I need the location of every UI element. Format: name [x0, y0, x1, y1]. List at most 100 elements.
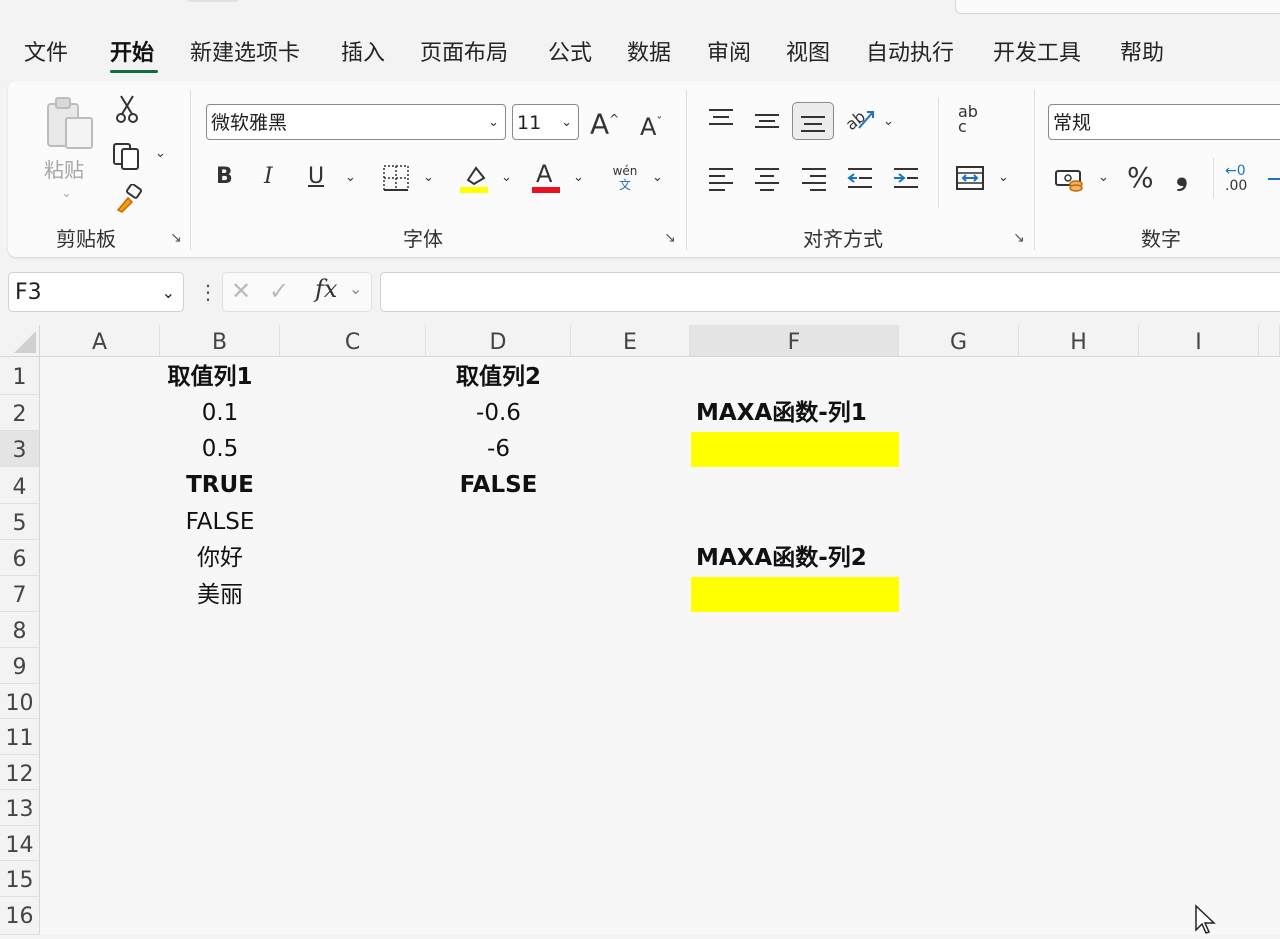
cell-b3[interactable]: 0.5: [160, 431, 280, 467]
cell-f2[interactable]: MAXA函数-列1: [696, 395, 896, 431]
align-bottom-button[interactable]: [792, 102, 834, 140]
cancel-icon[interactable]: ✕: [231, 277, 251, 305]
row-header-14[interactable]: 14: [0, 826, 40, 861]
cell-f7[interactable]: [691, 577, 899, 612]
cell-b7[interactable]: 美丽: [160, 577, 280, 613]
cell-f6[interactable]: MAXA函数-列2: [696, 540, 896, 576]
name-box[interactable]: F3 ⌄: [8, 272, 184, 312]
column-header-f[interactable]: F: [690, 325, 899, 357]
tab-developer[interactable]: 开发工具: [993, 38, 1081, 70]
tab-review[interactable]: 审阅: [707, 38, 751, 70]
cell-b1[interactable]: 取值列1: [160, 359, 260, 395]
tab-insert[interactable]: 插入: [341, 38, 385, 70]
row-header-11[interactable]: 11: [0, 719, 40, 755]
tab-file[interactable]: 文件: [24, 38, 68, 70]
number-format-select[interactable]: 常规: [1048, 104, 1280, 140]
formula-input[interactable]: [380, 272, 1280, 312]
decrease-decimal-icon[interactable]: [1268, 178, 1280, 180]
column-header-c[interactable]: C: [280, 325, 426, 357]
search-box[interactable]: [955, 0, 1280, 14]
decrease-font-size-icon[interactable]: Aˇ: [640, 107, 662, 142]
clipboard-launcher-icon[interactable]: ↘: [170, 230, 182, 246]
font-name-select[interactable]: 微软雅黑 ⌄: [206, 104, 506, 140]
cell-b2[interactable]: 0.1: [160, 395, 280, 431]
format-painter-icon[interactable]: [114, 183, 144, 218]
italic-button[interactable]: I: [264, 162, 273, 192]
tab-page-layout[interactable]: 页面布局: [420, 38, 508, 70]
column-header-b[interactable]: B: [160, 325, 280, 357]
accounting-dropdown-icon[interactable]: ⌄: [1098, 170, 1109, 185]
more-options-icon[interactable]: ⋮: [198, 280, 218, 304]
cell-d3[interactable]: -6: [426, 431, 571, 467]
row-header-6[interactable]: 6: [0, 540, 40, 576]
increase-decimal-icon[interactable]: ←0 .00: [1225, 164, 1247, 194]
font-launcher-icon[interactable]: ↘: [664, 230, 676, 246]
column-header-a[interactable]: A: [40, 325, 160, 357]
align-top-icon[interactable]: [706, 106, 736, 136]
row-header-16[interactable]: 16: [0, 897, 40, 935]
increase-font-size-icon[interactable]: A^: [590, 104, 619, 139]
tab-new-tab[interactable]: 新建选项卡: [190, 38, 300, 70]
cell-b6[interactable]: 你好: [160, 540, 280, 576]
cut-icon[interactable]: [115, 94, 139, 128]
font-size-select[interactable]: 11 ⌄: [512, 104, 579, 140]
row-header-13[interactable]: 13: [0, 790, 40, 826]
cell-b5[interactable]: FALSE: [160, 504, 280, 540]
row-header-8[interactable]: 8: [0, 612, 40, 648]
column-header-g[interactable]: G: [899, 325, 1019, 357]
align-right-icon[interactable]: [799, 165, 829, 195]
row-header-5[interactable]: 5: [0, 504, 40, 540]
column-header-d[interactable]: D: [426, 325, 571, 357]
tab-formulas[interactable]: 公式: [548, 38, 592, 70]
cell-f3[interactable]: [691, 432, 899, 467]
column-header-h[interactable]: H: [1019, 325, 1139, 357]
orientation-icon[interactable]: ab: [842, 104, 877, 138]
copy-dropdown-icon[interactable]: ⌄: [155, 146, 166, 161]
increase-indent-icon[interactable]: [891, 165, 921, 195]
wrap-text-icon[interactable]: ab c: [958, 104, 990, 135]
cell-b4[interactable]: TRUE: [160, 467, 280, 503]
merge-center-icon[interactable]: [955, 164, 985, 196]
paste-label[interactable]: 粘贴: [44, 154, 84, 183]
row-header-15[interactable]: 15: [0, 861, 40, 897]
fill-color-icon[interactable]: [460, 162, 490, 198]
phonetic-dropdown-icon[interactable]: ⌄: [652, 170, 663, 185]
row-header-2[interactable]: 2: [0, 395, 40, 431]
column-header-i[interactable]: I: [1139, 325, 1259, 357]
tab-data[interactable]: 数据: [627, 38, 671, 70]
column-header-e[interactable]: E: [571, 325, 690, 357]
cell-d1[interactable]: 取值列2: [426, 359, 571, 395]
orientation-dropdown-icon[interactable]: ⌄: [883, 114, 894, 129]
insert-function-icon[interactable]: fx: [315, 275, 337, 303]
tab-help[interactable]: 帮助: [1120, 38, 1164, 70]
copy-icon[interactable]: [112, 140, 142, 174]
row-header-1[interactable]: 1: [0, 357, 40, 395]
row-header-7[interactable]: 7: [0, 576, 40, 612]
row-header-9[interactable]: 9: [0, 648, 40, 684]
decrease-indent-icon[interactable]: [845, 165, 875, 195]
accounting-format-icon[interactable]: [1054, 166, 1086, 196]
column-header-next[interactable]: [1259, 325, 1280, 357]
font-color-icon[interactable]: A: [532, 160, 562, 198]
align-left-icon[interactable]: [706, 165, 736, 195]
cell-d2[interactable]: -0.6: [426, 395, 571, 431]
merge-dropdown-icon[interactable]: ⌄: [998, 170, 1009, 185]
tab-view[interactable]: 视图: [786, 38, 830, 70]
tab-home[interactable]: 开始: [110, 38, 154, 70]
underline-button[interactable]: U: [308, 162, 324, 192]
align-center-icon[interactable]: [752, 165, 782, 195]
borders-icon[interactable]: [382, 164, 410, 196]
cell-d4[interactable]: FALSE: [426, 467, 571, 503]
paste-dropdown-icon[interactable]: ⌄: [61, 186, 72, 201]
percent-style-button[interactable]: %: [1127, 163, 1154, 193]
fill-color-dropdown-icon[interactable]: ⌄: [501, 170, 512, 185]
phonetic-icon[interactable]: wén 文: [612, 164, 638, 192]
select-all-corner[interactable]: [0, 325, 40, 357]
align-middle-icon[interactable]: [752, 108, 782, 138]
row-header-3[interactable]: 3: [0, 431, 40, 467]
underline-dropdown-icon[interactable]: ⌄: [345, 170, 356, 185]
comma-style-button[interactable]: ❟: [1176, 160, 1188, 190]
paste-icon[interactable]: [44, 96, 96, 152]
bold-button[interactable]: B: [216, 162, 233, 192]
row-header-4[interactable]: 4: [0, 467, 40, 504]
